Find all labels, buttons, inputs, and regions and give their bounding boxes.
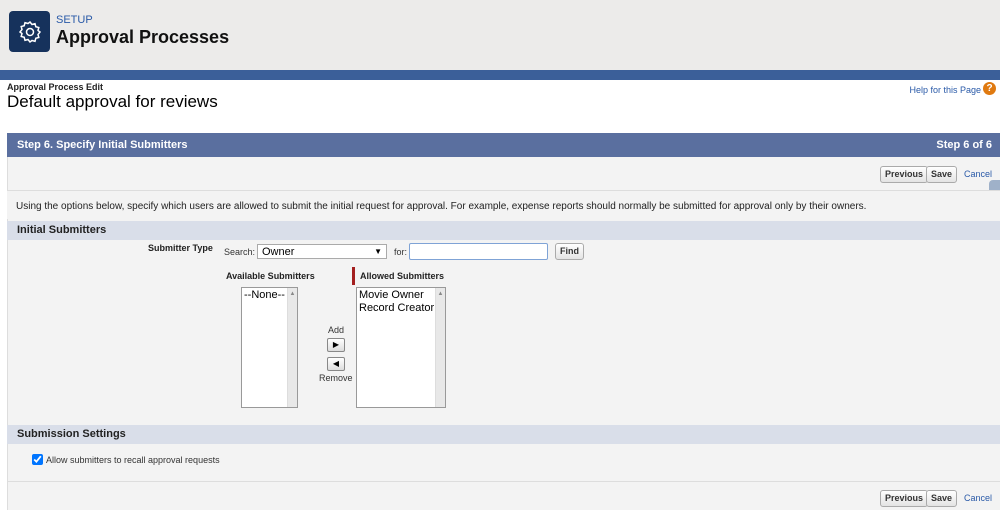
submitter-type-label: Submitter Type (148, 243, 213, 253)
available-submitters-list[interactable]: --None-- ▲ (241, 287, 298, 408)
divider (7, 481, 1000, 482)
add-label: Add (328, 325, 345, 335)
previous-button[interactable]: Previous (880, 166, 929, 183)
find-button[interactable]: Find (555, 243, 584, 260)
decorative-band (0, 70, 1000, 80)
breadcrumb: Approval Process Edit (7, 82, 104, 92)
save-button-bottom[interactable]: Save (926, 490, 958, 507)
scrollbar[interactable]: ▲ (435, 288, 445, 407)
gear-icon (9, 11, 50, 52)
add-button[interactable]: ▶ (327, 338, 345, 352)
recall-label: Allow submitters to recall approval requ… (46, 455, 220, 465)
step-header: Step 6. Specify Initial Submitters Step … (7, 133, 1000, 157)
for-label: for: (394, 247, 408, 257)
save-button[interactable]: Save (926, 166, 958, 183)
app-title: Approval Processes (56, 27, 230, 47)
cancel-link[interactable]: Cancel (964, 169, 992, 179)
chevron-down-icon: ▼ (374, 247, 382, 256)
search-for-input[interactable] (409, 243, 548, 260)
section-initial-submitters: Initial Submitters (7, 221, 1000, 240)
available-submitters-label: Available Submitters (226, 271, 315, 281)
list-item[interactable]: Movie Owner (359, 289, 443, 302)
allowed-submitters-list[interactable]: Movie Owner Record Creator ▲ (356, 287, 446, 408)
page-title: Default approval for reviews (7, 92, 218, 111)
search-type-value: Owner (262, 246, 295, 258)
cancel-link-bottom[interactable]: Cancel (964, 493, 992, 503)
step-title: Step 6. Specify Initial Submitters (17, 139, 188, 151)
search-label: Search: (224, 247, 256, 257)
remove-label: Remove (319, 373, 353, 383)
search-type-select[interactable]: Owner ▼ (257, 244, 387, 259)
list-item[interactable]: Record Creator (359, 302, 443, 315)
setup-eyebrow: SETUP (56, 14, 93, 26)
required-indicator (352, 267, 355, 285)
previous-button-bottom[interactable]: Previous (880, 490, 929, 507)
step-description: Using the options below, specify which u… (7, 190, 1000, 219)
recall-checkbox[interactable] (32, 454, 43, 465)
allowed-submitters-label: Allowed Submitters (360, 271, 445, 281)
help-link[interactable]: Help for this Page (909, 85, 981, 95)
help-icon[interactable]: ? (983, 82, 996, 95)
arrow-left-icon: ◀ (332, 359, 340, 368)
step-counter: Step 6 of 6 (936, 139, 992, 151)
remove-button[interactable]: ◀ (327, 357, 345, 371)
section-submission-settings: Submission Settings (7, 425, 1000, 444)
scrollbar[interactable]: ▲ (287, 288, 297, 407)
arrow-right-icon: ▶ (332, 340, 340, 349)
